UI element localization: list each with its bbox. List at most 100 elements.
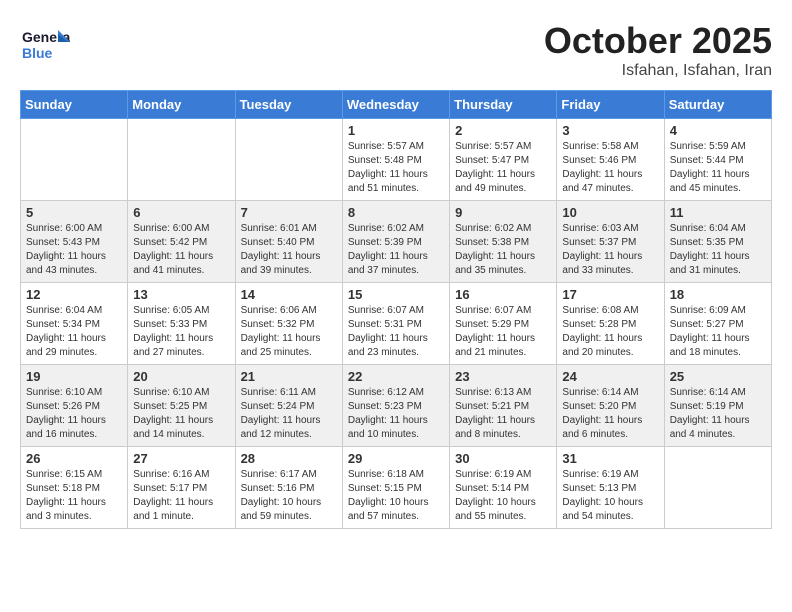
day-info: Sunrise: 6:12 AMSunset: 5:23 PMDaylight:… bbox=[348, 386, 444, 442]
day-number: 17 bbox=[562, 287, 658, 302]
day-number: 12 bbox=[26, 287, 122, 302]
day-info: Sunrise: 6:19 AMSunset: 5:13 PMDaylight:… bbox=[562, 468, 658, 524]
calendar-day-cell: 26 Sunrise: 6:15 AMSunset: 5:18 PMDayligh… bbox=[21, 447, 128, 529]
day-number: 27 bbox=[133, 451, 229, 466]
day-number: 26 bbox=[26, 451, 122, 466]
calendar-day-cell: 19Sunrise: 6:10 AMSunset: 5:26 PMDayligh… bbox=[21, 365, 128, 447]
weekday-header-thursday: Thursday bbox=[450, 91, 557, 119]
calendar-day-cell: 25 Sunrise: 6:14 AMSunset: 5:19 PMDayligh… bbox=[664, 365, 771, 447]
calendar-week-row: 1Sunrise: 5:57 AMSunset: 5:48 PMDaylight… bbox=[21, 119, 772, 201]
day-info: Sunrise: 6:05 AMSunset: 5:33 PMDaylight:… bbox=[133, 304, 229, 360]
calendar-day-cell: 1Sunrise: 5:57 AMSunset: 5:48 PMDaylight… bbox=[342, 119, 449, 201]
day-info: Sunrise: 6:16 AMSunset: 5:17 PMDaylight:… bbox=[133, 468, 229, 524]
day-info: Sunrise: 6:00 AMSunset: 5:42 PMDaylight:… bbox=[133, 222, 229, 278]
day-info: Sunrise: 6:15 AMSunset: 5:18 PMDaylight:… bbox=[26, 468, 122, 524]
weekday-header-saturday: Saturday bbox=[664, 91, 771, 119]
calendar-day-cell: 3 Sunrise: 5:58 AMSunset: 5:46 PMDaylight… bbox=[557, 119, 664, 201]
day-info: Sunrise: 6:06 AMSunset: 5:32 PMDaylight:… bbox=[241, 304, 337, 360]
day-info: Sunrise: 6:02 AMSunset: 5:38 PMDaylight:… bbox=[455, 222, 551, 278]
day-number: 25 bbox=[670, 369, 766, 384]
day-number: 29 bbox=[348, 451, 444, 466]
day-number: 8 bbox=[348, 205, 444, 220]
calendar-day-cell bbox=[235, 119, 342, 201]
day-number: 30 bbox=[455, 451, 551, 466]
day-number: 31 bbox=[562, 451, 658, 466]
day-info: Sunrise: 6:07 AMSunset: 5:29 PMDaylight:… bbox=[455, 304, 551, 360]
day-number: 23 bbox=[455, 369, 551, 384]
day-number: 2 bbox=[455, 123, 551, 138]
day-number: 11 bbox=[670, 205, 766, 220]
calendar-week-row: 12Sunrise: 6:04 AMSunset: 5:34 PMDayligh… bbox=[21, 283, 772, 365]
calendar-day-cell: 20 Sunrise: 6:10 AMSunset: 5:25 PMDayligh… bbox=[128, 365, 235, 447]
day-info: Sunrise: 6:09 AMSunset: 5:27 PMDaylight:… bbox=[670, 304, 766, 360]
day-info: Sunrise: 6:00 AMSunset: 5:43 PMDaylight:… bbox=[26, 222, 122, 278]
location: Isfahan, Isfahan, Iran bbox=[544, 62, 772, 80]
day-number: 21 bbox=[241, 369, 337, 384]
day-info: Sunrise: 6:04 AMSunset: 5:35 PMDaylight:… bbox=[670, 222, 766, 278]
day-info: Sunrise: 6:03 AMSunset: 5:37 PMDaylight:… bbox=[562, 222, 658, 278]
day-number: 5 bbox=[26, 205, 122, 220]
day-info: Sunrise: 6:07 AMSunset: 5:31 PMDaylight:… bbox=[348, 304, 444, 360]
calendar-day-cell: 13 Sunrise: 6:05 AMSunset: 5:33 PMDayligh… bbox=[128, 283, 235, 365]
day-info: Sunrise: 5:59 AMSunset: 5:44 PMDaylight:… bbox=[670, 140, 766, 196]
day-info: Sunrise: 6:10 AMSunset: 5:25 PMDaylight:… bbox=[133, 386, 229, 442]
month-title: October 2025 bbox=[544, 20, 772, 62]
day-number: 7 bbox=[241, 205, 337, 220]
calendar-table: SundayMondayTuesdayWednesdayThursdayFrid… bbox=[20, 90, 772, 529]
calendar-day-cell: 15Sunrise: 6:07 AMSunset: 5:31 PMDayligh… bbox=[342, 283, 449, 365]
day-number: 28 bbox=[241, 451, 337, 466]
calendar-day-cell: 24 Sunrise: 6:14 AMSunset: 5:20 PMDayligh… bbox=[557, 365, 664, 447]
calendar-week-row: 5 Sunrise: 6:00 AMSunset: 5:43 PMDaylight… bbox=[21, 201, 772, 283]
logo: General Blue bbox=[20, 20, 70, 75]
calendar-week-row: 26 Sunrise: 6:15 AMSunset: 5:18 PMDayligh… bbox=[21, 447, 772, 529]
day-number: 16 bbox=[455, 287, 551, 302]
day-number: 24 bbox=[562, 369, 658, 384]
calendar-day-cell: 14Sunrise: 6:06 AMSunset: 5:32 PMDayligh… bbox=[235, 283, 342, 365]
day-info: Sunrise: 6:01 AMSunset: 5:40 PMDaylight:… bbox=[241, 222, 337, 278]
calendar-day-cell: 16 Sunrise: 6:07 AMSunset: 5:29 PMDayligh… bbox=[450, 283, 557, 365]
calendar-day-cell: 2 Sunrise: 5:57 AMSunset: 5:47 PMDaylight… bbox=[450, 119, 557, 201]
day-info: Sunrise: 6:17 AMSunset: 5:16 PMDaylight:… bbox=[241, 468, 337, 524]
day-info: Sunrise: 6:11 AMSunset: 5:24 PMDaylight:… bbox=[241, 386, 337, 442]
day-number: 13 bbox=[133, 287, 229, 302]
calendar-day-cell: 27 Sunrise: 6:16 AMSunset: 5:17 PMDayligh… bbox=[128, 447, 235, 529]
calendar-day-cell: 10 Sunrise: 6:03 AMSunset: 5:37 PMDayligh… bbox=[557, 201, 664, 283]
calendar-day-cell: 11 Sunrise: 6:04 AMSunset: 5:35 PMDayligh… bbox=[664, 201, 771, 283]
day-number: 4 bbox=[670, 123, 766, 138]
day-info: Sunrise: 6:14 AMSunset: 5:19 PMDaylight:… bbox=[670, 386, 766, 442]
calendar-day-cell: 29 Sunrise: 6:18 AMSunset: 5:15 PMDayligh… bbox=[342, 447, 449, 529]
weekday-header-row: SundayMondayTuesdayWednesdayThursdayFrid… bbox=[21, 91, 772, 119]
day-number: 10 bbox=[562, 205, 658, 220]
calendar-day-cell: 9 Sunrise: 6:02 AMSunset: 5:38 PMDaylight… bbox=[450, 201, 557, 283]
calendar-day-cell: 30 Sunrise: 6:19 AMSunset: 5:14 PMDayligh… bbox=[450, 447, 557, 529]
day-number: 6 bbox=[133, 205, 229, 220]
calendar-day-cell: 5 Sunrise: 6:00 AMSunset: 5:43 PMDaylight… bbox=[21, 201, 128, 283]
calendar-day-cell bbox=[21, 119, 128, 201]
calendar-day-cell: 22Sunrise: 6:12 AMSunset: 5:23 PMDayligh… bbox=[342, 365, 449, 447]
calendar-day-cell: 7 Sunrise: 6:01 AMSunset: 5:40 PMDaylight… bbox=[235, 201, 342, 283]
day-number: 9 bbox=[455, 205, 551, 220]
weekday-header-wednesday: Wednesday bbox=[342, 91, 449, 119]
calendar-day-cell: 6 Sunrise: 6:00 AMSunset: 5:42 PMDaylight… bbox=[128, 201, 235, 283]
weekday-header-sunday: Sunday bbox=[21, 91, 128, 119]
day-number: 3 bbox=[562, 123, 658, 138]
title-block: October 2025 Isfahan, Isfahan, Iran bbox=[544, 20, 772, 80]
day-number: 20 bbox=[133, 369, 229, 384]
weekday-header-tuesday: Tuesday bbox=[235, 91, 342, 119]
day-info: Sunrise: 5:57 AMSunset: 5:47 PMDaylight:… bbox=[455, 140, 551, 196]
day-info: Sunrise: 6:14 AMSunset: 5:20 PMDaylight:… bbox=[562, 386, 658, 442]
calendar-day-cell: 28 Sunrise: 6:17 AMSunset: 5:16 PMDayligh… bbox=[235, 447, 342, 529]
page-header: General Blue October 2025 Isfahan, Isfah… bbox=[20, 20, 772, 80]
day-info: Sunrise: 5:58 AMSunset: 5:46 PMDaylight:… bbox=[562, 140, 658, 196]
calendar-week-row: 19Sunrise: 6:10 AMSunset: 5:26 PMDayligh… bbox=[21, 365, 772, 447]
day-info: Sunrise: 6:02 AMSunset: 5:39 PMDaylight:… bbox=[348, 222, 444, 278]
weekday-header-friday: Friday bbox=[557, 91, 664, 119]
day-number: 18 bbox=[670, 287, 766, 302]
calendar-day-cell: 4 Sunrise: 5:59 AMSunset: 5:44 PMDaylight… bbox=[664, 119, 771, 201]
day-info: Sunrise: 6:08 AMSunset: 5:28 PMDaylight:… bbox=[562, 304, 658, 360]
calendar-day-cell: 18 Sunrise: 6:09 AMSunset: 5:27 PMDayligh… bbox=[664, 283, 771, 365]
weekday-header-monday: Monday bbox=[128, 91, 235, 119]
day-info: Sunrise: 6:19 AMSunset: 5:14 PMDaylight:… bbox=[455, 468, 551, 524]
calendar-day-cell: 12Sunrise: 6:04 AMSunset: 5:34 PMDayligh… bbox=[21, 283, 128, 365]
day-info: Sunrise: 6:18 AMSunset: 5:15 PMDaylight:… bbox=[348, 468, 444, 524]
